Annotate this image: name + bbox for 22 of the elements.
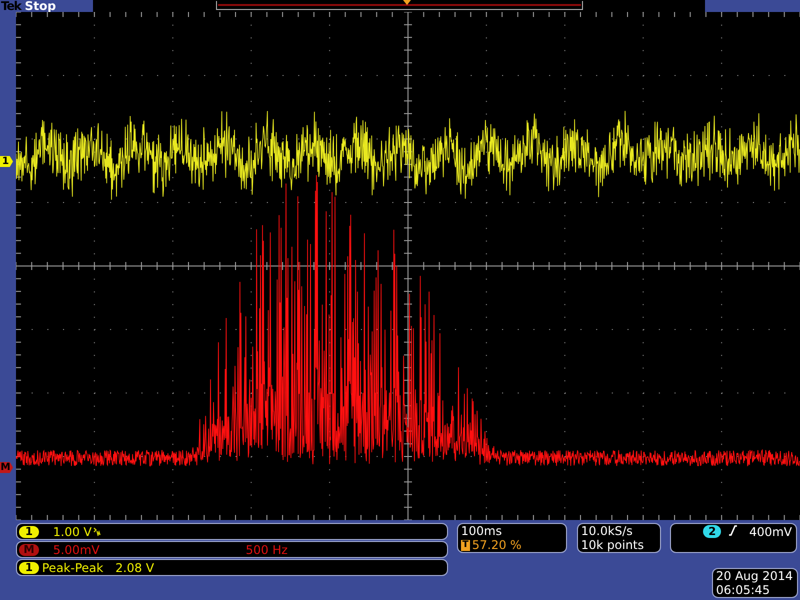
readout-value: 2.08 V [115, 560, 154, 574]
channel-marker[interactable]: 1 [0, 156, 13, 167]
brand-logo: Tek [1, 0, 21, 12]
trigger-source-badge: 2 [703, 525, 722, 538]
readout-value: Peak-Peak [42, 560, 104, 574]
acquisition-status: Stop [24, 0, 56, 12]
time-text: 06:05:45 [716, 583, 771, 597]
rising-edge-icon [729, 525, 738, 536]
channel-badge: M [19, 544, 39, 556]
channel-badge: 1 [19, 526, 39, 538]
trigger-badge: T [461, 540, 470, 550]
readout-value: 1.00 V [53, 524, 92, 538]
date-text: 20 Aug 2014 [716, 569, 794, 583]
channel-badge: 1 [19, 562, 39, 574]
trigger-level: 400mV [749, 525, 792, 539]
readout-value: 500 Hz [246, 542, 288, 556]
sample-rate: 10.0kS/s [581, 524, 634, 538]
time-scale: 100ms [461, 524, 503, 538]
bandwidth-limit-icon [92, 527, 101, 536]
readout-value: 5.00mV [53, 542, 100, 556]
record-length: 10k points [581, 538, 645, 552]
trigger-position: 57.20 % [472, 538, 522, 552]
